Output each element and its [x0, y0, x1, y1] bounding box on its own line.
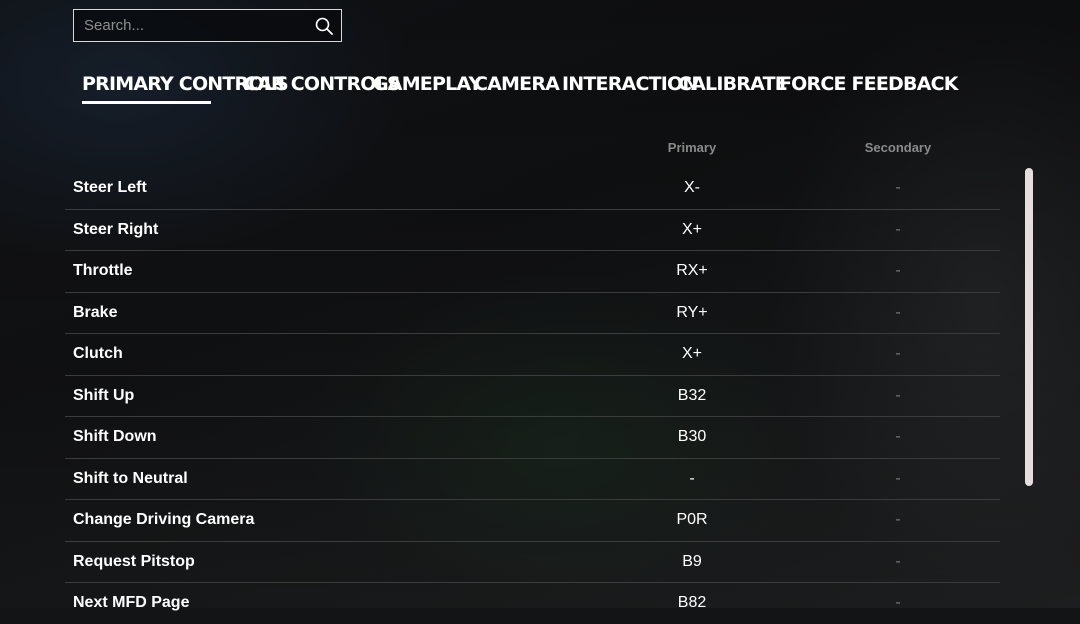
table-row[interactable]: Request Pitstop B9 - — [65, 542, 1000, 583]
table-row[interactable]: Next MFD Page B82 - — [65, 583, 1000, 624]
primary-binding[interactable]: - — [612, 470, 772, 488]
control-name: Request Pitstop — [73, 552, 195, 570]
header-secondary: Secondary — [864, 140, 932, 155]
control-name: Clutch — [73, 345, 123, 362]
primary-binding[interactable]: B30 — [612, 428, 772, 446]
table-row[interactable]: Throttle RX+ - — [65, 251, 1000, 293]
primary-binding[interactable]: P0R — [612, 511, 772, 529]
control-name: Shift to Neutral — [73, 469, 188, 487]
secondary-binding[interactable]: - — [818, 594, 978, 612]
secondary-binding[interactable]: - — [818, 470, 978, 488]
search-box[interactable] — [73, 9, 342, 42]
tab-force-feedback[interactable]: FORCE FEEDBACK — [779, 70, 958, 104]
control-name: Shift Up — [73, 386, 135, 404]
control-name: Next MFD Page — [73, 594, 190, 611]
tab-bar: PRIMARY CONTROLS CAR CONTROLS GAMEPLAY C… — [82, 70, 958, 104]
primary-binding[interactable]: RX+ — [612, 262, 772, 280]
secondary-binding[interactable]: - — [818, 428, 978, 446]
tab-camera[interactable]: CAMERA — [474, 70, 560, 104]
secondary-binding[interactable]: - — [818, 345, 978, 363]
control-name: Throttle — [73, 262, 133, 279]
secondary-binding[interactable]: - — [818, 387, 978, 405]
control-name: Steer Left — [73, 179, 147, 196]
table-row[interactable]: Clutch X+ - — [65, 334, 1000, 376]
control-name: Brake — [73, 303, 118, 321]
secondary-binding[interactable]: - — [818, 221, 978, 239]
primary-binding[interactable]: B9 — [612, 553, 772, 571]
tab-label: GAMEPLAY — [373, 73, 482, 95]
control-name: Steer Right — [73, 220, 159, 238]
secondary-binding[interactable]: - — [818, 304, 978, 322]
tab-gameplay[interactable]: GAMEPLAY — [373, 70, 482, 104]
primary-binding[interactable]: B32 — [612, 387, 772, 405]
secondary-binding[interactable]: - — [818, 553, 978, 571]
secondary-binding[interactable]: - — [818, 179, 978, 197]
table-header: Primary Secondary — [65, 132, 1000, 168]
secondary-binding[interactable]: - — [818, 511, 978, 529]
table-row[interactable]: Shift Up B32 - — [65, 376, 1000, 417]
table-body: Steer Left X- - Steer Right X+ - Throttl… — [65, 168, 1000, 624]
tab-label: FORCE FEEDBACK — [779, 73, 958, 95]
tab-primary-controls[interactable]: PRIMARY CONTROLS — [82, 70, 289, 104]
secondary-binding[interactable]: - — [818, 262, 978, 280]
tab-label: CALIBRATE — [678, 73, 788, 95]
primary-binding[interactable]: X+ — [612, 221, 772, 239]
tab-label: CAMERA — [474, 73, 560, 95]
primary-binding[interactable]: X- — [612, 179, 772, 197]
tab-interaction[interactable]: INTERACTION — [562, 70, 698, 104]
primary-binding[interactable]: X+ — [612, 345, 772, 363]
table-row[interactable]: Change Driving Camera P0R - — [65, 500, 1000, 542]
controls-table: Primary Secondary Steer Left X- - Steer … — [65, 132, 1000, 624]
table-row[interactable]: Shift to Neutral - - — [65, 459, 1000, 500]
control-name: Shift Down — [73, 428, 157, 445]
table-row[interactable]: Brake RY+ - — [65, 293, 1000, 334]
primary-binding[interactable]: B82 — [612, 594, 772, 612]
tab-car-controls[interactable]: CAR CONTROLS — [244, 70, 401, 104]
tab-calibrate[interactable]: CALIBRATE — [678, 70, 788, 104]
table-row[interactable]: Shift Down B30 - — [65, 417, 1000, 459]
primary-binding[interactable]: RY+ — [612, 304, 772, 322]
header-primary: Primary — [667, 140, 717, 155]
scrollbar-thumb[interactable] — [1025, 168, 1033, 486]
control-name: Change Driving Camera — [73, 511, 255, 528]
table-row[interactable]: Steer Left X- - — [65, 168, 1000, 210]
table-row[interactable]: Steer Right X+ - — [65, 210, 1000, 251]
search-input[interactable] — [74, 10, 304, 41]
search-icon[interactable] — [315, 17, 333, 35]
